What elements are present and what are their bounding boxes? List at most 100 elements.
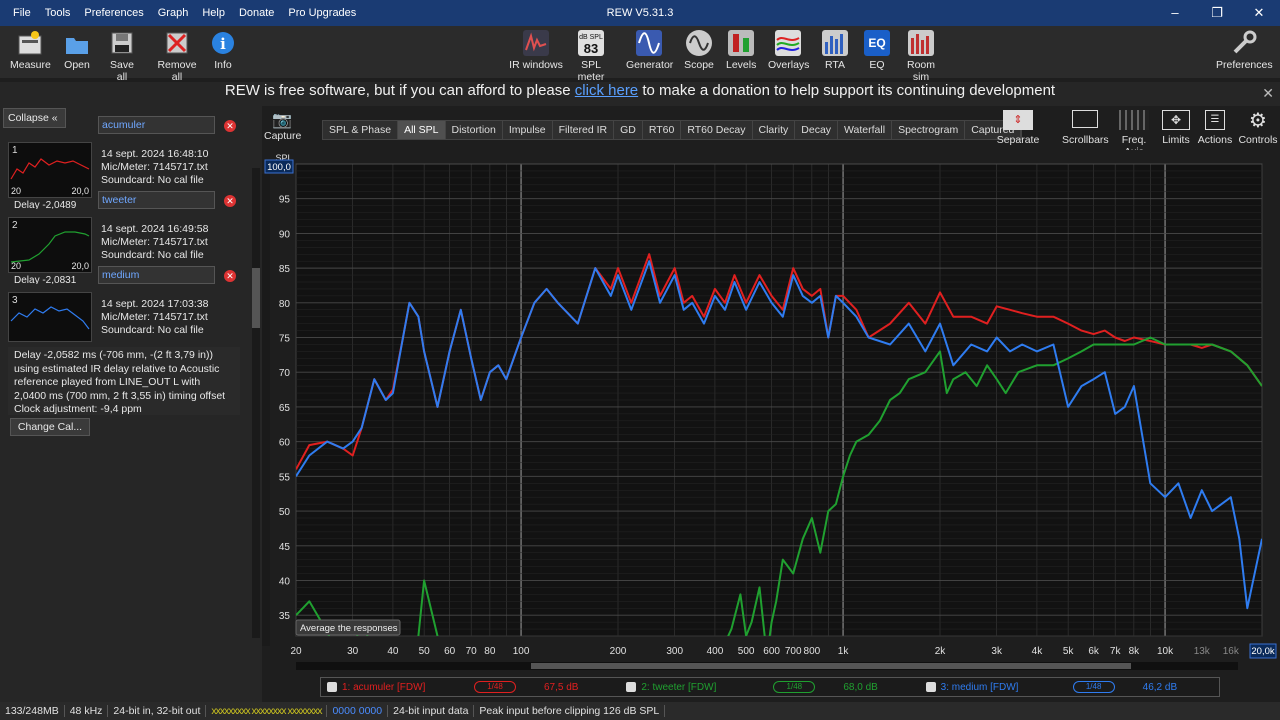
overlays-button[interactable]: Overlays: [768, 30, 810, 71]
delete-icon[interactable]: ✕: [224, 120, 236, 132]
info-label: Info: [214, 59, 232, 71]
sample-rate-status: 48 kHz: [65, 705, 109, 717]
legend-item[interactable]: 2: tweeter [FDW] 1/48 68,0 dB: [620, 677, 919, 697]
tab-gd[interactable]: GD: [614, 121, 643, 139]
info-button[interactable]: i Info: [210, 30, 236, 71]
close-icon[interactable]: ✕: [1262, 85, 1274, 102]
tab-all-spl[interactable]: All SPL: [398, 121, 446, 139]
wrench-icon: [1231, 30, 1257, 56]
measurement-mic: Mic/Meter: 7145717.txt: [101, 311, 208, 323]
measurement-name-field[interactable]: acumuler: [98, 116, 215, 134]
rta-button[interactable]: RTA: [822, 30, 848, 71]
ir-windows-button[interactable]: IR windows: [509, 30, 563, 71]
x-tick-label: 3k: [991, 646, 1003, 657]
eq-label: EQ: [869, 59, 885, 71]
spl-graph[interactable]: 35 40 45 50 55 60 65 70 75 80 85 90 95 SPL 100,0 20 30 40…: [262, 150, 1280, 674]
smoothing-badge[interactable]: 1/48: [474, 681, 516, 693]
preferences-button[interactable]: Preferences: [1216, 30, 1273, 71]
donation-link[interactable]: click here: [575, 82, 638, 99]
title-bar: File Tools Preferences Graph Help Donate…: [0, 0, 1280, 26]
change-cal-button[interactable]: Change Cal...: [10, 418, 90, 436]
spl-meter-button[interactable]: dB SPL 83 SPL meter: [567, 30, 615, 83]
room-sim-label: Room sim: [906, 59, 935, 83]
smoothing-badge[interactable]: 1/48: [773, 681, 816, 693]
measurement-item[interactable]: medium ✕ 3 14 sept. 2024 17:03:38 Mic/Me…: [8, 266, 246, 342]
actions-button[interactable]: ☰ Actions: [1196, 110, 1234, 146]
spl-meter-label: SPL meter: [577, 59, 605, 83]
tab-impulse[interactable]: Impulse: [503, 121, 553, 139]
checkbox[interactable]: [925, 682, 936, 692]
spl-plot-svg[interactable]: 35404550556065707580859095SPL100,020 30 40…: [262, 150, 1280, 674]
limits-button[interactable]: ✥ Limits: [1160, 110, 1192, 146]
measurement-name-field[interactable]: medium: [98, 266, 215, 284]
peak-input-status: Peak input before clipping 126 dB SPL: [474, 705, 666, 717]
measurement-date: 14 sept. 2024 16:49:58: [101, 223, 209, 235]
capture-button[interactable]: 📷 Capture: [264, 110, 301, 142]
overlays-label: Overlays: [768, 59, 810, 71]
tab-waterfall[interactable]: Waterfall: [838, 121, 893, 139]
generator-button[interactable]: Generator: [626, 30, 673, 71]
menu-file[interactable]: File: [6, 7, 38, 19]
measurement-thumbnail[interactable]: 2 20 20,0: [8, 217, 92, 273]
menu-tools[interactable]: Tools: [38, 7, 78, 19]
tab-rt60[interactable]: RT60: [643, 121, 682, 139]
save-all-button[interactable]: Save all: [104, 30, 140, 83]
tab-clarity[interactable]: Clarity: [753, 121, 796, 139]
x-tick-label: 40: [387, 646, 399, 657]
input-bits-status: 0000 0000: [327, 705, 389, 717]
separate-button[interactable]: ⇕ Separate: [996, 110, 1040, 146]
limits-icon: ✥: [1162, 110, 1190, 130]
controls-button[interactable]: ⚙ Controls: [1238, 110, 1278, 146]
donation-text-before: REW is free software, but if you can aff…: [224, 82, 575, 99]
menu-graph[interactable]: Graph: [151, 7, 196, 19]
remove-all-button[interactable]: Remove all: [151, 30, 203, 83]
legend-item[interactable]: 3: medium [FDW] 1/48 46,2 dB: [920, 677, 1219, 697]
delete-icon[interactable]: ✕: [224, 195, 236, 207]
measurement-item[interactable]: tweeter ✕ 2 20 20,0 14 sept. 2024 16:49:…: [8, 191, 246, 284]
measurement-item[interactable]: acumuler ✕ 1 20 20,0 14 sept. 2024 16:48…: [8, 116, 246, 209]
minimize-icon[interactable]: –: [1154, 0, 1196, 26]
x-tick-label: 600: [763, 646, 780, 657]
scope-button[interactable]: Scope: [684, 30, 714, 71]
x-tick-label: 2k: [935, 646, 947, 657]
menu-pro-upgrades[interactable]: Pro Upgrades: [281, 7, 363, 19]
panel-scrollbar-thumb[interactable]: [252, 268, 260, 328]
checkbox[interactable]: [327, 682, 337, 692]
tab-decay[interactable]: Decay: [795, 121, 839, 139]
checkbox[interactable]: [626, 682, 637, 692]
donation-text-after: to make a donation to help support its c…: [638, 82, 1056, 99]
x-tick-label: 1k: [838, 646, 850, 657]
tab-distortion[interactable]: Distortion: [446, 121, 503, 139]
measurement-name-field[interactable]: tweeter: [98, 191, 215, 209]
levels-button[interactable]: Levels: [726, 30, 756, 71]
x-tick-label: 30: [347, 646, 359, 657]
remove-all-label: Remove all: [157, 59, 197, 83]
legend-item[interactable]: 1: acumuler [FDW] 1/48 67,5 dB: [321, 677, 620, 697]
menu-help[interactable]: Help: [195, 7, 232, 19]
open-button[interactable]: Open: [62, 30, 92, 71]
tab-spectrogram[interactable]: Spectrogram: [892, 121, 966, 139]
scrollbars-button[interactable]: Scrollbars: [1062, 110, 1109, 146]
measurement-thumbnail[interactable]: 1 20 20,0: [8, 142, 92, 198]
scrollbars-icon: [1072, 110, 1098, 128]
info-icon: i: [210, 30, 236, 56]
x-tick-label: 70: [466, 646, 478, 657]
tab-filtered-ir[interactable]: Filtered IR: [553, 121, 615, 139]
generator-icon: [636, 30, 662, 56]
smoothing-badge[interactable]: 1/48: [1072, 681, 1115, 693]
tab-spl-phase[interactable]: SPL & Phase: [323, 121, 399, 139]
y-tick-label: 70: [279, 368, 291, 379]
delete-icon[interactable]: ✕: [224, 270, 236, 282]
eq-button[interactable]: EQ EQ: [864, 30, 890, 71]
maximize-icon[interactable]: ❐: [1196, 0, 1238, 26]
rta-label: RTA: [824, 59, 846, 71]
measure-button[interactable]: Measure: [10, 30, 51, 71]
menu-preferences[interactable]: Preferences: [77, 7, 150, 19]
measurement-thumbnail[interactable]: 3: [8, 292, 92, 342]
x-tick-label: 20: [290, 646, 302, 657]
tab-rt60-decay[interactable]: RT60 Decay: [681, 121, 753, 139]
room-sim-button[interactable]: Room sim: [898, 30, 944, 83]
menu-donate[interactable]: Donate: [232, 7, 281, 19]
panel-scrollbar[interactable]: [252, 168, 260, 638]
close-icon[interactable]: ✕: [1238, 0, 1280, 26]
